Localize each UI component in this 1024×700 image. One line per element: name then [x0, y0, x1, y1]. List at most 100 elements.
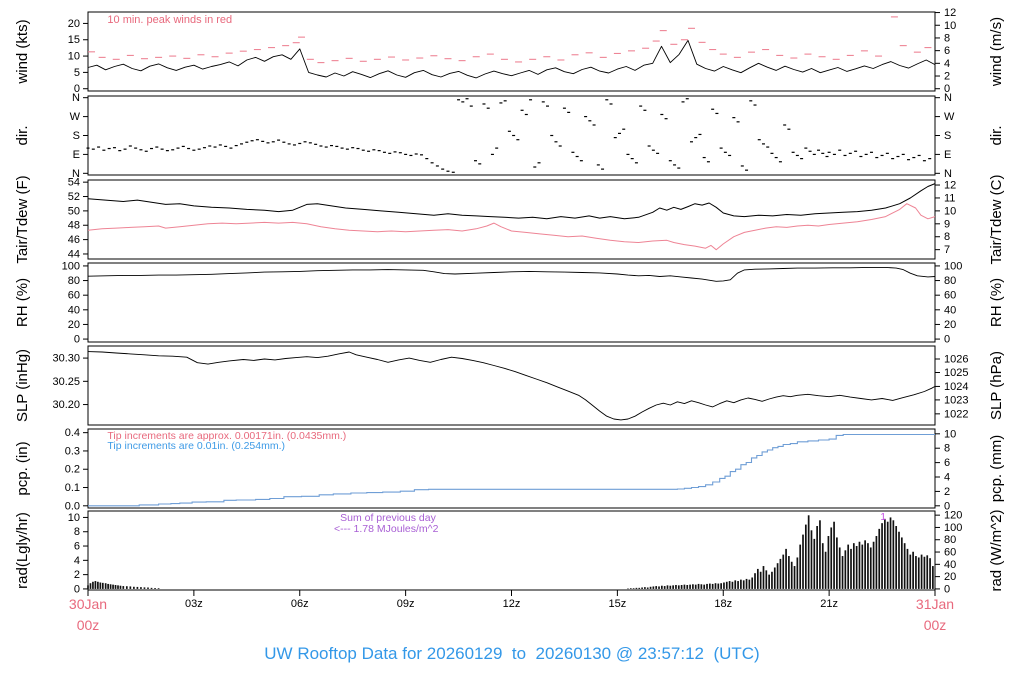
- ytick-right-rh: 20: [944, 319, 956, 331]
- ytick-left-slp: 30.30: [52, 353, 80, 365]
- ytick-right-pcp: 2: [944, 486, 950, 498]
- ytick-left-rh: 60: [68, 290, 80, 302]
- ytick-left-dir: N: [72, 92, 80, 104]
- axis-label-right-pcp: pcp. (mm): [988, 435, 1005, 503]
- ytick-left-tair: 48: [68, 220, 80, 232]
- ytick-right-wind: 8: [944, 32, 950, 44]
- x-end-hour: 00z: [924, 617, 947, 633]
- ytick-left-rh: 40: [68, 304, 80, 316]
- ytick-right-tair: 11: [944, 192, 955, 204]
- axis-label-right-slp: SLP (hPa): [988, 351, 1005, 420]
- ytick-left-dir: W: [70, 111, 81, 123]
- x-start-date: 30Jan: [69, 596, 107, 612]
- ytick-right-slp: 1026: [944, 354, 968, 366]
- annotation-pcp: Tip increments are 0.01in. (0.254mm.): [107, 440, 285, 452]
- xtick-label: 09z: [397, 598, 415, 610]
- ytick-left-rad: 2: [74, 569, 80, 581]
- axis-label-right-dir: dir.: [988, 125, 1005, 145]
- ytick-left-slp: 30.25: [52, 376, 80, 388]
- ytick-left-rh: 100: [62, 260, 80, 272]
- ytick-right-rad: 120: [944, 510, 962, 522]
- ytick-right-rh: 0: [944, 334, 950, 346]
- ytick-left-tair: 46: [68, 234, 80, 246]
- ytick-right-pcp: 4: [944, 472, 950, 484]
- panel-slp: 30.20 30.25 30.30 1022 10231024 10251026 SLP (…: [14, 345, 1005, 426]
- ytick-right-tair: 8: [944, 231, 950, 243]
- ytick-left-tair: 44: [68, 248, 80, 260]
- ytick-right-pcp: 8: [944, 443, 950, 455]
- ytick-right-dir: W: [944, 111, 955, 123]
- ytick-left-rh: 80: [68, 275, 80, 287]
- ytick-right-rh: 80: [944, 275, 956, 287]
- x-end-date: 31Jan: [916, 596, 954, 612]
- xtick-label: 15z: [609, 598, 627, 610]
- axis-label-left-dir: dir.: [14, 125, 31, 145]
- axis-label-right-rh: RH (%): [988, 278, 1005, 327]
- ytick-left-slp: 30.20: [52, 399, 80, 411]
- ytick-left-rh: 0: [74, 334, 80, 346]
- xtick-label: 06z: [291, 598, 309, 610]
- ytick-right-rad: 20: [944, 571, 956, 583]
- ytick-right-rh: 100: [944, 260, 962, 272]
- panel-pcp: 0.00.10.20.30.40246810pcp. (in) pcp. (mm)…: [14, 427, 1005, 512]
- panel-tair: 44 46 48 50 52 54 789101112 Tair/Tdew (F) Tair/T…: [14, 174, 1005, 264]
- ytick-right-rad: 0: [944, 583, 950, 595]
- ytick-left-tair: 54: [68, 177, 80, 189]
- ytick-right-pcp: 6: [944, 457, 950, 469]
- ytick-right-slp: 1024: [944, 381, 968, 393]
- ytick-left-rad: 6: [74, 541, 80, 553]
- xtick-label: 03z: [185, 598, 203, 610]
- ytick-left-pcp: 0.3: [65, 445, 80, 457]
- ytick-left-pcp: 0.0: [65, 500, 80, 512]
- ytick-right-slp: 1022: [944, 408, 968, 420]
- ytick-left-tair: 52: [68, 191, 80, 203]
- ytick-right-rad: 60: [944, 547, 956, 559]
- ytick-right-dir: N: [944, 92, 952, 104]
- xtick-label: 12z: [503, 598, 521, 610]
- ytick-left-wind: 10: [68, 51, 80, 63]
- ytick-left-wind: 5: [74, 67, 80, 79]
- ytick-right-wind: 4: [944, 58, 950, 70]
- uw-rooftop-weather-plot: 0 5 10 15 20 0 2 4 6 8 10 12 wind (kts) wind (m/s) 10 …: [0, 0, 1024, 700]
- ytick-right-tair: 10: [944, 205, 956, 217]
- ytick-left-rad: 10: [68, 512, 80, 524]
- ytick-right-rad: 40: [944, 559, 956, 571]
- xtick-label: 21z: [820, 598, 838, 610]
- ytick-right-wind: 12: [944, 7, 956, 19]
- ytick-right-slp: 1025: [944, 367, 968, 379]
- ytick-right-rh: 60: [944, 290, 956, 302]
- plot-title: UW Rooftop Data for 20260129 to 20260130…: [264, 644, 760, 663]
- axis-label-left-slp: SLP (inHg): [14, 349, 31, 422]
- ytick-right-dir: S: [944, 130, 951, 142]
- ytick-left-wind: 15: [68, 34, 80, 46]
- annotation-rad: <--- 1.78 MJoules/m^2: [334, 523, 439, 535]
- panel-wind: 05101520024681012wind (kts) wind (m/s)10 …: [14, 7, 1005, 95]
- ytick-left-dir: S: [73, 130, 80, 142]
- annotation-rad: 1: [880, 512, 886, 523]
- ytick-left-pcp: 0.2: [65, 464, 80, 476]
- ytick-left-dir: E: [73, 149, 80, 161]
- ytick-right-dir: N: [944, 168, 952, 180]
- ytick-right-wind: 6: [944, 45, 950, 57]
- ytick-left-tair: 50: [68, 205, 80, 217]
- ytick-left-pcp: 0.4: [65, 427, 80, 439]
- axis-label-right-tair: Tair/Tdew (C): [988, 174, 1005, 264]
- plot-canvas: 05101520024681012wind (kts) wind (m/s)10 …: [14, 7, 1005, 633]
- ytick-left-rad: 8: [74, 526, 80, 538]
- panel-rad: 0246810020406080100120rad(Lgly/hr) rad (W…: [14, 509, 1005, 595]
- axis-label-right-rad: rad (W/m^2): [988, 509, 1005, 591]
- panel-dir: NESWNNESWNdir. dir.: [14, 92, 1005, 180]
- ytick-right-pcp: 10: [944, 428, 956, 440]
- ytick-right-wind: 2: [944, 71, 950, 83]
- axis-label-left-pcp: pcp. (in): [14, 441, 31, 495]
- panel-rh: 0 20 40 60 80 100 0 20 40 60 80 100 RH (%) RH (%): [14, 260, 1005, 345]
- ytick-right-rad: 100: [944, 522, 962, 534]
- x-start-hour: 00z: [77, 617, 100, 633]
- ytick-right-rh: 40: [944, 304, 956, 316]
- ytick-right-slp: 1023: [944, 394, 968, 406]
- ytick-right-dir: E: [944, 149, 951, 161]
- ytick-left-rad: 4: [74, 555, 80, 567]
- annotation-wind: 10 min. peak winds in red: [107, 14, 232, 26]
- ytick-left-pcp: 0.1: [65, 482, 80, 494]
- xtick-label: 18z: [714, 598, 732, 610]
